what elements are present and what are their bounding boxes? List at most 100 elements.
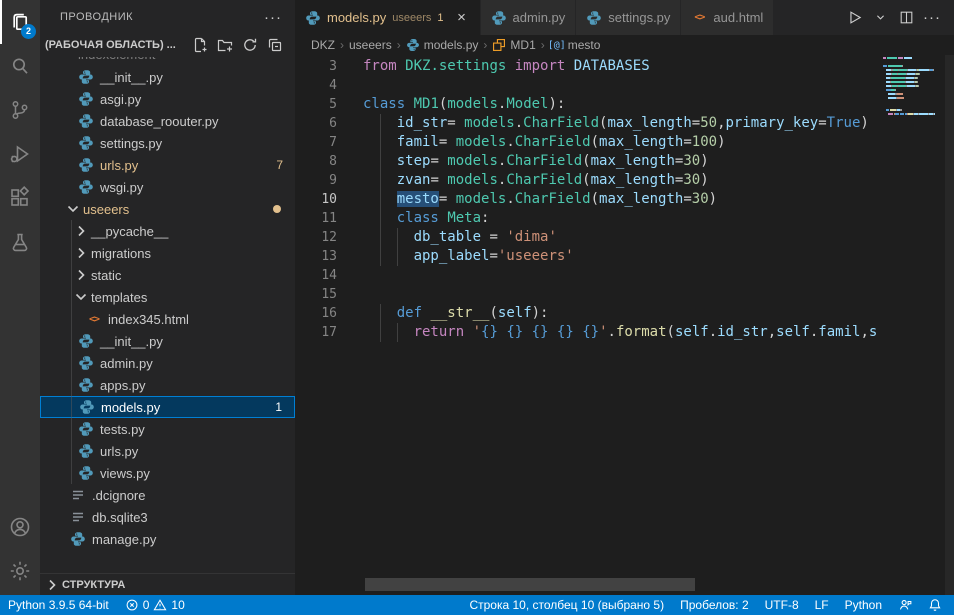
status-item-feedback[interactable] bbox=[890, 595, 920, 615]
tree-item-static[interactable]: static bbox=[40, 264, 295, 286]
activity-item-run-and-debug[interactable] bbox=[0, 132, 40, 176]
workspace-section-header[interactable]: (РАБОЧАЯ ОБЛАСТЬ) ... bbox=[40, 34, 295, 56]
line-number[interactable]: 14 bbox=[295, 266, 337, 285]
tree-item-dcignore[interactable]: .dcignore bbox=[40, 484, 295, 506]
status-item-indentation[interactable]: Пробелов: 2 bbox=[672, 595, 757, 615]
activity-item-search[interactable] bbox=[0, 44, 40, 88]
tree-item-templates[interactable]: templates bbox=[40, 286, 295, 308]
tree-item-useeers[interactable]: useeers bbox=[40, 198, 295, 220]
status-item-eol[interactable]: LF bbox=[807, 595, 837, 615]
line-number[interactable]: 15 bbox=[295, 285, 337, 304]
minimap-token bbox=[897, 81, 905, 83]
minimap-line bbox=[883, 85, 945, 87]
line-number[interactable]: 7 bbox=[295, 133, 337, 152]
tree-item-urls-py[interactable]: urls.py7 bbox=[40, 154, 295, 176]
vertical-scrollbar[interactable] bbox=[945, 55, 954, 595]
status-item-python-interpreter[interactable]: Python 3.9.5 64-bit bbox=[0, 595, 117, 615]
run-debug-icon bbox=[8, 142, 32, 166]
tree-item-apps-py[interactable]: apps.py bbox=[40, 374, 295, 396]
minimap[interactable] bbox=[883, 57, 945, 117]
symbol-class-icon bbox=[492, 38, 506, 52]
activity-item-extensions[interactable] bbox=[0, 176, 40, 220]
line-number[interactable]: 6 bbox=[295, 114, 337, 133]
line-number[interactable]: 12 bbox=[295, 228, 337, 247]
run-button[interactable] bbox=[842, 6, 866, 30]
tab-settings-py[interactable]: settings.py bbox=[576, 0, 681, 35]
tree-item-label: database_roouter.py bbox=[100, 114, 219, 129]
breadcrumb-item-useeers[interactable]: useeers bbox=[349, 38, 392, 52]
code-token: : bbox=[481, 210, 489, 226]
line-number[interactable]: 11 bbox=[295, 209, 337, 228]
tree-item-tests-py[interactable]: tests.py bbox=[40, 418, 295, 440]
line-number[interactable]: 16 bbox=[295, 304, 337, 323]
code-token: ( bbox=[582, 172, 590, 188]
activity-item-source-control[interactable] bbox=[0, 88, 40, 132]
close-icon[interactable]: × bbox=[454, 10, 470, 26]
tree-item-pycache[interactable]: __pycache__ bbox=[40, 220, 295, 242]
status-item-encoding[interactable]: UTF-8 bbox=[757, 595, 807, 615]
more-actions-button[interactable]: ··· bbox=[920, 6, 944, 30]
tree-item-views-py[interactable]: views.py bbox=[40, 462, 295, 484]
tree-item-wsgi-py[interactable]: wsgi.py bbox=[40, 176, 295, 198]
tree-item-indexelement[interactable]: indexelement bbox=[40, 57, 295, 66]
tree-item-label: indexelement bbox=[78, 57, 155, 62]
tree-item-manage-py[interactable]: manage.py bbox=[40, 528, 295, 550]
tree-item-settings-py[interactable]: settings.py bbox=[40, 132, 295, 154]
code-token: {} bbox=[557, 324, 574, 340]
status-item-notifications[interactable] bbox=[920, 595, 950, 615]
tree-item-models-py[interactable]: models.py1 bbox=[40, 396, 295, 418]
breadcrumb-item-dkz[interactable]: DKZ bbox=[311, 38, 335, 52]
code-token: {} bbox=[481, 324, 498, 340]
minimap-line bbox=[883, 73, 945, 75]
python-icon bbox=[78, 157, 94, 173]
tree-item-label: asgi.py bbox=[100, 92, 141, 107]
code-editor[interactable]: 3from DKZ.settings import DATABASES45cla… bbox=[295, 55, 883, 595]
breadcrumb-item-md1[interactable]: MD1 bbox=[492, 38, 535, 52]
minimap-token bbox=[917, 81, 918, 83]
new-folder-button[interactable] bbox=[217, 37, 233, 53]
status-item-problems[interactable]: 010 bbox=[117, 595, 193, 615]
line-number[interactable]: 9 bbox=[295, 171, 337, 190]
collapse-folders-button[interactable] bbox=[267, 37, 283, 53]
activity-item-explorer[interactable]: 2 bbox=[0, 0, 40, 44]
horizontal-scrollbar[interactable] bbox=[365, 578, 695, 591]
tree-item-urls-py[interactable]: urls.py bbox=[40, 440, 295, 462]
line-number[interactable]: 8 bbox=[295, 152, 337, 171]
breadcrumb-item-mesto[interactable]: [@]mesto bbox=[550, 38, 601, 52]
breadcrumb-item-models-py[interactable]: models.py bbox=[406, 38, 479, 52]
breadcrumb: DKZ›useeers›models.py›MD1›[@]mesto bbox=[295, 35, 954, 55]
line-number[interactable]: 17 bbox=[295, 323, 337, 342]
run-dropdown[interactable] bbox=[868, 6, 892, 30]
html-icon: <> bbox=[691, 10, 707, 26]
tree-item-database-roouter-py[interactable]: database_roouter.py bbox=[40, 110, 295, 132]
outline-section-header[interactable]: СТРУКТУРА bbox=[40, 573, 295, 595]
split-editor-button[interactable] bbox=[894, 6, 918, 30]
ellipsis-icon[interactable]: ··· bbox=[265, 9, 281, 25]
tree-item-migrations[interactable]: migrations bbox=[40, 242, 295, 264]
tree-item-index345-html[interactable]: <>index345.html bbox=[40, 308, 295, 330]
activity-item-manage[interactable] bbox=[0, 549, 40, 593]
status-item-cursor-position[interactable]: Строка 10, столбец 10 (выбрано 5) bbox=[461, 595, 672, 615]
tree-item-db-sqlite3[interactable]: db.sqlite3 bbox=[40, 506, 295, 528]
new-file-button[interactable] bbox=[192, 37, 208, 53]
tree-item-init-py[interactable]: __init__.py bbox=[40, 66, 295, 88]
refresh-explorer-button[interactable] bbox=[242, 37, 258, 53]
breadcrumb-separator: › bbox=[483, 38, 487, 52]
activity-item-accounts[interactable] bbox=[0, 505, 40, 549]
tab-admin-py[interactable]: admin.py bbox=[481, 0, 577, 35]
tab-models-py[interactable]: models.pyuseeers1× bbox=[295, 0, 481, 35]
tree-item-label: useeers bbox=[83, 202, 129, 217]
status-item-language-mode[interactable]: Python bbox=[837, 595, 890, 615]
line-number[interactable]: 4 bbox=[295, 76, 337, 95]
tree-item-label: migrations bbox=[91, 246, 151, 261]
code-token bbox=[506, 58, 514, 74]
tree-item-asgi-py[interactable]: asgi.py bbox=[40, 88, 295, 110]
tab-aud-html[interactable]: <>aud.html bbox=[681, 0, 774, 35]
line-number[interactable]: 3 bbox=[295, 57, 337, 76]
tree-item-init-py[interactable]: __init__.py bbox=[40, 330, 295, 352]
line-number[interactable]: 5 bbox=[295, 95, 337, 114]
line-number[interactable]: 13 bbox=[295, 247, 337, 266]
activity-item-testing[interactable] bbox=[0, 220, 40, 264]
tree-item-admin-py[interactable]: admin.py bbox=[40, 352, 295, 374]
line-number[interactable]: 10 bbox=[295, 190, 337, 209]
